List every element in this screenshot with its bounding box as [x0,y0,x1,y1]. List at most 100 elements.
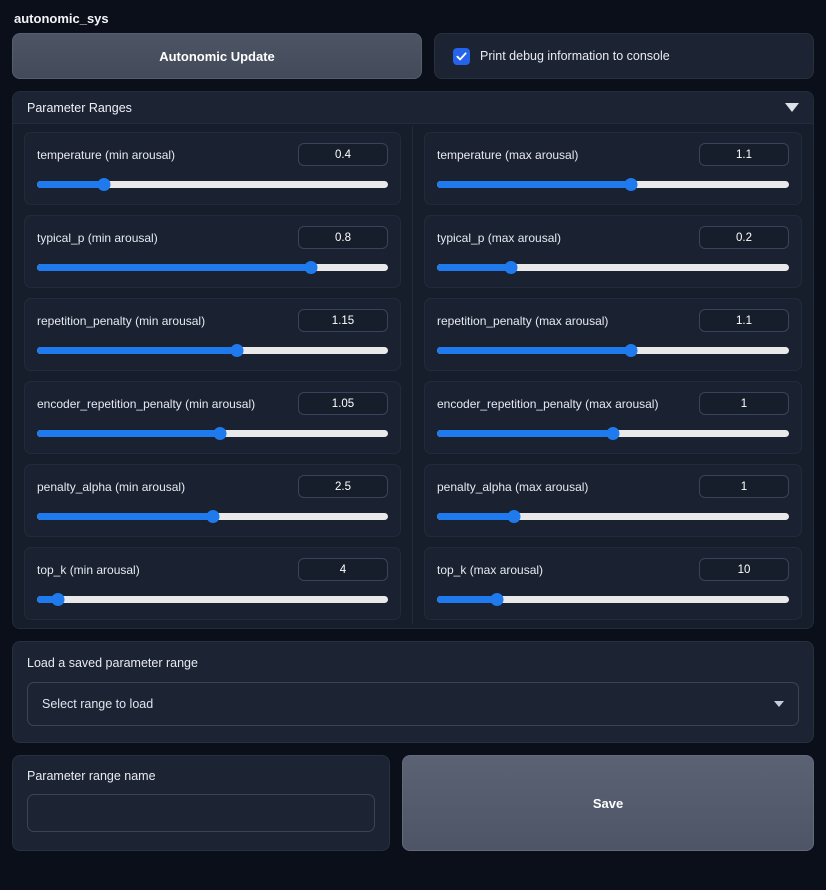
slider-thumb[interactable] [213,427,227,440]
parameter-value-box[interactable]: 1.05 [298,392,388,415]
save-row: Parameter range name Save [12,755,814,851]
parameter-value-box[interactable]: 0.2 [699,226,789,249]
parameter-label: top_k (max arousal) [437,562,544,577]
parameter-header: top_k (max arousal) 10 [437,558,789,581]
app-root: autonomic_sys Autonomic Update Print deb… [0,0,826,890]
slider-thumb[interactable] [51,593,65,606]
slider-fill [37,347,238,354]
print-debug-checkbox[interactable] [453,47,470,65]
parameter-value-box[interactable]: 1 [699,392,789,415]
parameter-value-box[interactable]: 1.1 [699,309,789,332]
parameter-card: temperature (min arousal) 0.4 [24,132,401,205]
parameter-card: typical_p (max arousal) 0.2 [424,215,802,288]
parameter-value-box[interactable]: 0.8 [298,226,388,249]
page-title: autonomic_sys [14,11,109,26]
parameter-value-box[interactable]: 0.4 [298,143,388,166]
parameter-cell: temperature (max arousal) 1.1 [413,126,813,209]
parameter-card: encoder_repetition_penalty (min arousal)… [24,381,401,454]
parameter-cell: penalty_alpha (min arousal) 2.5 [13,458,413,541]
chevron-down-icon[interactable] [785,103,799,112]
slider-thumb[interactable] [97,178,111,191]
parameter-cell: repetition_penalty (max arousal) 1.1 [413,292,813,375]
slider-fill [37,430,220,437]
parameter-range-name-panel: Parameter range name [12,755,390,851]
slider-thumb[interactable] [504,261,518,274]
slider-thumb[interactable] [624,344,638,357]
parameter-header: typical_p (max arousal) 0.2 [437,226,789,249]
parameter-card: repetition_penalty (min arousal) 1.15 [24,298,401,371]
parameter-range-name-input[interactable] [27,794,375,832]
parameter-cell: penalty_alpha (max arousal) 1 [413,458,813,541]
parameter-cell: typical_p (max arousal) 0.2 [413,209,813,292]
slider-thumb[interactable] [606,427,620,440]
parameter-slider[interactable] [37,178,388,191]
parameter-value-box[interactable]: 1 [699,475,789,498]
parameter-value-box[interactable]: 1.15 [298,309,388,332]
parameter-header: penalty_alpha (max arousal) 1 [437,475,789,498]
parameter-slider[interactable] [437,344,789,357]
slider-thumb[interactable] [624,178,638,191]
parameter-card: repetition_penalty (max arousal) 1.1 [424,298,802,371]
parameter-slider[interactable] [37,427,388,440]
slider-fill [437,430,613,437]
parameter-ranges-accordion: Parameter Ranges temperature (min arousa… [12,91,814,629]
parameter-cell: top_k (max arousal) 10 [413,541,813,624]
parameter-value-box[interactable]: 2.5 [298,475,388,498]
parameter-slider[interactable] [437,510,789,523]
toolbar: Autonomic Update Print debug information… [12,33,814,79]
slider-fill [437,181,631,188]
slider-fill [37,513,213,520]
parameter-ranges-accordion-header[interactable]: Parameter Ranges [13,92,813,124]
slider-thumb[interactable] [206,510,219,523]
parameter-label: repetition_penalty (max arousal) [437,313,609,328]
check-icon [456,51,467,60]
parameter-slider[interactable] [437,427,789,440]
slider-track [37,596,388,603]
slider-fill [37,181,104,188]
parameter-card: typical_p (min arousal) 0.8 [24,215,401,288]
save-button[interactable]: Save [402,755,814,851]
slider-thumb[interactable] [304,261,318,274]
parameter-label: penalty_alpha (max arousal) [437,479,589,494]
parameter-slider[interactable] [437,261,789,274]
load-range-panel: Load a saved parameter range Select rang… [12,641,814,743]
parameter-card: top_k (min arousal) 4 [24,547,401,620]
parameter-value-box[interactable]: 4 [298,558,388,581]
slider-fill [37,264,311,271]
parameter-cell: encoder_repetition_penalty (min arousal)… [13,375,413,458]
parameter-label: encoder_repetition_penalty (max arousal) [437,396,659,411]
parameter-header: encoder_repetition_penalty (min arousal)… [37,392,388,415]
slider-fill [437,513,515,520]
slider-fill [437,596,497,603]
parameter-cell: repetition_penalty (min arousal) 1.15 [13,292,413,375]
print-debug-label: Print debug information to console [480,49,670,63]
parameter-slider[interactable] [37,510,388,523]
parameter-value-box[interactable]: 10 [699,558,789,581]
parameter-cell: temperature (min arousal) 0.4 [13,126,413,209]
parameter-value-box[interactable]: 1.1 [699,143,789,166]
slider-thumb[interactable] [490,593,504,606]
debug-option-panel: Print debug information to console [434,33,814,79]
parameter-card: penalty_alpha (max arousal) 1 [424,464,802,537]
parameter-slider[interactable] [437,593,789,606]
autonomic-update-button[interactable]: Autonomic Update [12,33,422,79]
parameter-slider[interactable] [37,261,388,274]
parameter-label: repetition_penalty (min arousal) [37,313,206,328]
parameter-ranges-title: Parameter Ranges [27,100,132,115]
parameter-header: typical_p (min arousal) 0.8 [37,226,388,249]
parameter-label: encoder_repetition_penalty (min arousal) [37,396,256,411]
parameter-label: typical_p (min arousal) [37,230,158,245]
load-range-select[interactable]: Select range to load [27,682,799,726]
slider-thumb[interactable] [230,344,244,357]
chevron-down-icon[interactable] [774,701,784,707]
parameter-grid: temperature (min arousal) 0.4 temperature … [13,124,813,628]
slider-thumb[interactable] [507,510,521,523]
parameter-slider[interactable] [37,344,388,357]
parameter-range-name-label: Parameter range name [27,769,156,783]
slider-fill [437,264,511,271]
parameter-label: typical_p (max arousal) [437,230,562,245]
parameter-label: temperature (min arousal) [37,147,176,162]
parameter-slider[interactable] [37,593,388,606]
parameter-header: encoder_repetition_penalty (max arousal)… [437,392,789,415]
parameter-slider[interactable] [437,178,789,191]
